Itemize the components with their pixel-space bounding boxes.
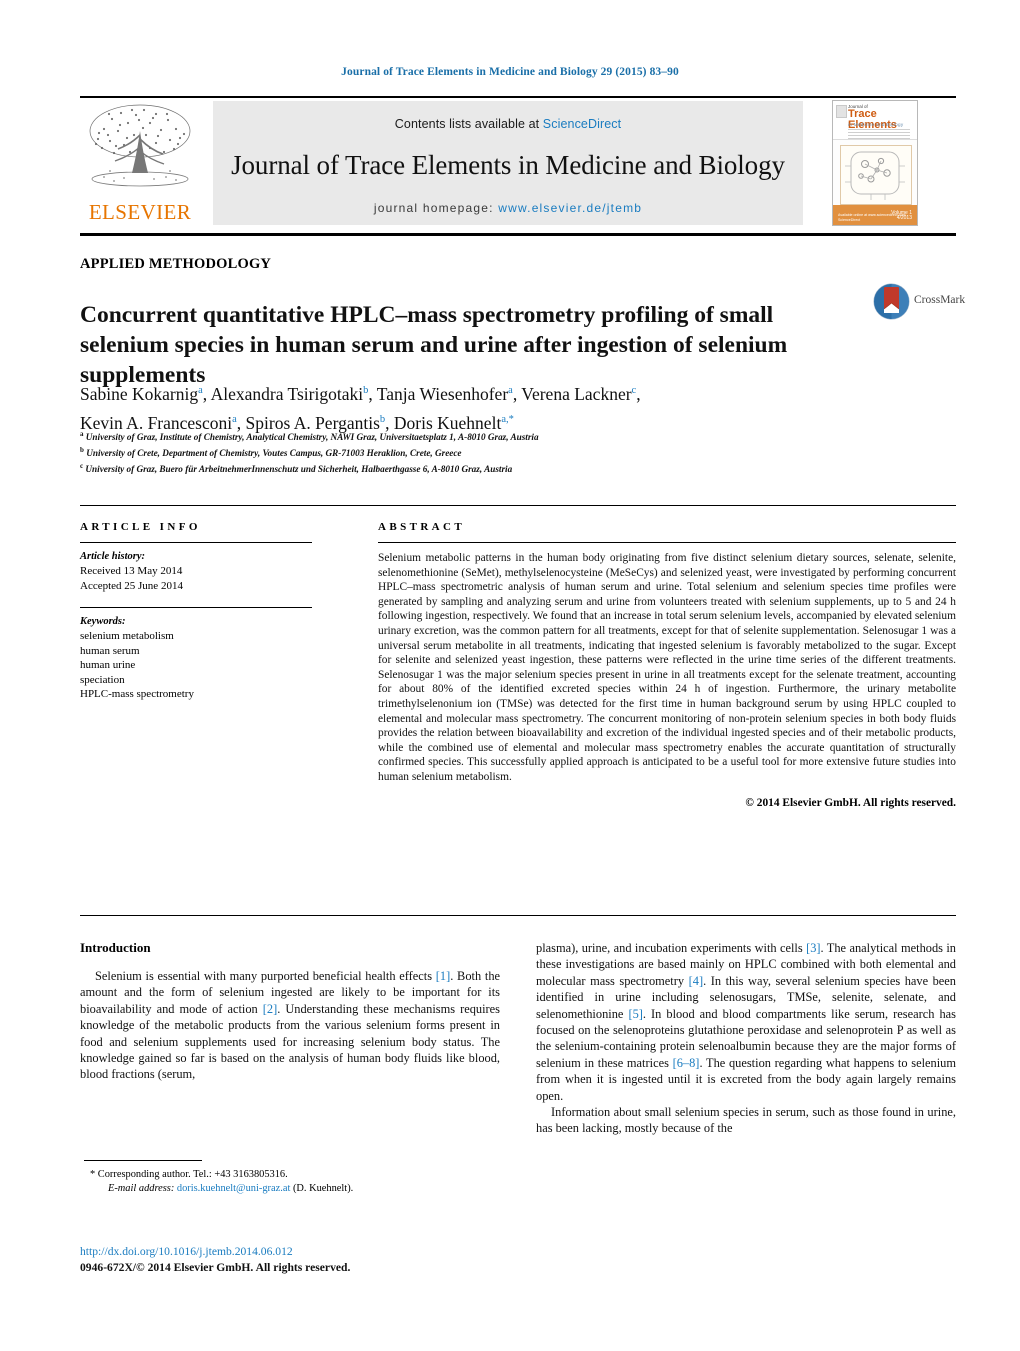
keyword: selenium metabolism	[80, 630, 174, 642]
abstract-heading: ABSTRACT	[378, 521, 466, 533]
author-sep: ,	[512, 383, 522, 404]
intro-paragraph-left: Selenium is essential with many purporte…	[80, 968, 500, 1083]
intro-text: Selenium is essential with many purporte…	[95, 969, 436, 983]
homepage-url-link[interactable]: www.elsevier.de/jtemb	[498, 201, 642, 215]
author: Tanja Wiesenhofera	[376, 383, 513, 404]
article-info-heading: ARTICLE INFO	[80, 521, 201, 533]
citation-ref[interactable]: [3]	[806, 941, 820, 955]
body-column-left: Introduction Selenium is essential with …	[80, 940, 500, 1083]
corresponding-author-note: * Corresponding author. Tel.: +43 316380…	[90, 1169, 288, 1180]
citation-ref[interactable]: [4]	[689, 974, 703, 988]
author: Alexandra Tsirigotakib	[210, 383, 369, 404]
author: Sabine Kokarniga	[80, 383, 203, 404]
citation-ref[interactable]: [2]	[263, 1002, 277, 1016]
footnote-block: * Corresponding author. Tel.: +43 316380…	[84, 1168, 514, 1196]
cover-issue: 4/2013	[896, 215, 912, 222]
divider	[80, 542, 312, 543]
affiliation: c University of Graz, Buero für Arbeitne…	[80, 462, 513, 475]
cover-text-lines	[848, 129, 910, 141]
running-head: Journal of Trace Elements in Medicine an…	[341, 66, 679, 78]
info-top-rule	[80, 505, 956, 506]
journal-title: Journal of Trace Elements in Medicine an…	[231, 150, 785, 180]
keyword: speciation	[80, 673, 125, 686]
author-sep: ,	[636, 383, 641, 404]
crossmark-badge[interactable]: CrossMark	[873, 283, 965, 321]
article-history-label: Article history:	[80, 551, 146, 562]
journal-cover-thumbnail: Journal of Trace Elements in Medicine an…	[832, 100, 918, 226]
received-date: Received 13 May 2014	[80, 565, 183, 577]
article-info-block: ARTICLE INFO Article history: Received 1…	[80, 521, 330, 702]
cover-elsevier-mark-icon	[836, 105, 847, 118]
citation-ref[interactable]: [6–8]	[673, 1056, 700, 1070]
keyword: human serum	[80, 644, 140, 657]
elsevier-wordmark: ELSEVIER	[88, 200, 192, 224]
elsevier-tree-icon	[84, 101, 196, 193]
abstract-copyright: © 2014 Elsevier GmbH. All rights reserve…	[745, 796, 956, 809]
cover-title: Trace Elements	[848, 108, 897, 131]
divider	[80, 607, 312, 608]
crossmark-icon[interactable]	[873, 283, 910, 320]
affiliation: b University of Crete, Department of Che…	[80, 446, 462, 459]
footnote-rule	[84, 1160, 202, 1161]
divider	[378, 542, 956, 543]
email-label: E-mail address:	[108, 1183, 175, 1194]
email-note: E-mail address: doris.kuehnelt@uni-graz.…	[84, 1182, 514, 1196]
author-affil-mark: a,*	[501, 413, 514, 425]
author-sep: ,	[368, 383, 377, 404]
body-column-right: plasma), urine, and incubation experimen…	[536, 940, 956, 1137]
abstract-bottom-rule	[80, 915, 956, 916]
homepage-label: journal homepage:	[373, 201, 494, 215]
abstract-text: Selenium metabolic patterns in the human…	[378, 552, 956, 783]
affiliation: a University of Graz, Institute of Chemi…	[80, 430, 539, 443]
abstract-block: ABSTRACT Selenium metabolic patterns in …	[378, 521, 956, 809]
email-suffix: (D. Kuehnelt).	[290, 1183, 354, 1194]
affiliation-list: a University of Graz, Institute of Chemi…	[80, 428, 880, 476]
cover-figure	[840, 145, 912, 205]
author-list: Sabine Kokarniga, Alexandra Tsirigotakib…	[80, 378, 870, 436]
intro-paragraph-right-2: Information about small selenium species…	[536, 1105, 956, 1136]
doi-link[interactable]: http://dx.doi.org/10.1016/j.jtemb.2014.0…	[80, 1245, 293, 1258]
intro-text: plasma), urine, and incubation experimen…	[536, 941, 807, 955]
cover-volume-issue: Volume 1 4/2013	[891, 210, 912, 223]
accepted-date: Accepted 25 June 2014	[80, 579, 183, 592]
author-sep: ,	[202, 383, 211, 404]
intro-paragraph-right-1: plasma), urine, and incubation experimen…	[536, 940, 956, 1104]
paper-page: Journal of Trace Elements in Medicine an…	[0, 0, 1020, 1351]
contents-prefix: Contents lists available at	[394, 117, 543, 131]
journal-masthead: ELSEVIER Contents lists available at Sci…	[80, 97, 956, 228]
introduction-heading: Introduction	[80, 940, 151, 955]
sciencedirect-link[interactable]: ScienceDirect	[543, 117, 621, 131]
masthead-bottom-rule	[80, 233, 956, 236]
keyword: human urine	[80, 659, 136, 671]
keyword: HPLC-mass spectrometry	[80, 688, 194, 700]
citation-ref[interactable]: [1]	[436, 969, 450, 983]
homepage-line: journal homepage: www.elsevier.de/jtemb	[213, 201, 803, 215]
page-title: Concurrent quantitative HPLC–mass spectr…	[80, 301, 788, 388]
section-type-label: APPLIED METHODOLOGY	[80, 256, 272, 272]
keywords-label: Keywords:	[80, 616, 126, 627]
contents-line: Contents lists available at ScienceDirec…	[213, 117, 803, 131]
crossmark-label: CrossMark	[914, 294, 966, 306]
author: Verena Lacknerc	[521, 383, 637, 404]
journal-banner: Contents lists available at ScienceDirec…	[213, 101, 803, 225]
issn-copyright-line: 0946-672X/© 2014 Elsevier GmbH. All righ…	[80, 1261, 351, 1274]
email-link[interactable]: doris.kuehnelt@uni-graz.at	[177, 1183, 290, 1194]
elsevier-logo: ELSEVIER	[80, 101, 200, 225]
citation-ref[interactable]: [5]	[628, 1007, 642, 1021]
cover-subtitle: in Medicine and Biology	[848, 122, 904, 127]
